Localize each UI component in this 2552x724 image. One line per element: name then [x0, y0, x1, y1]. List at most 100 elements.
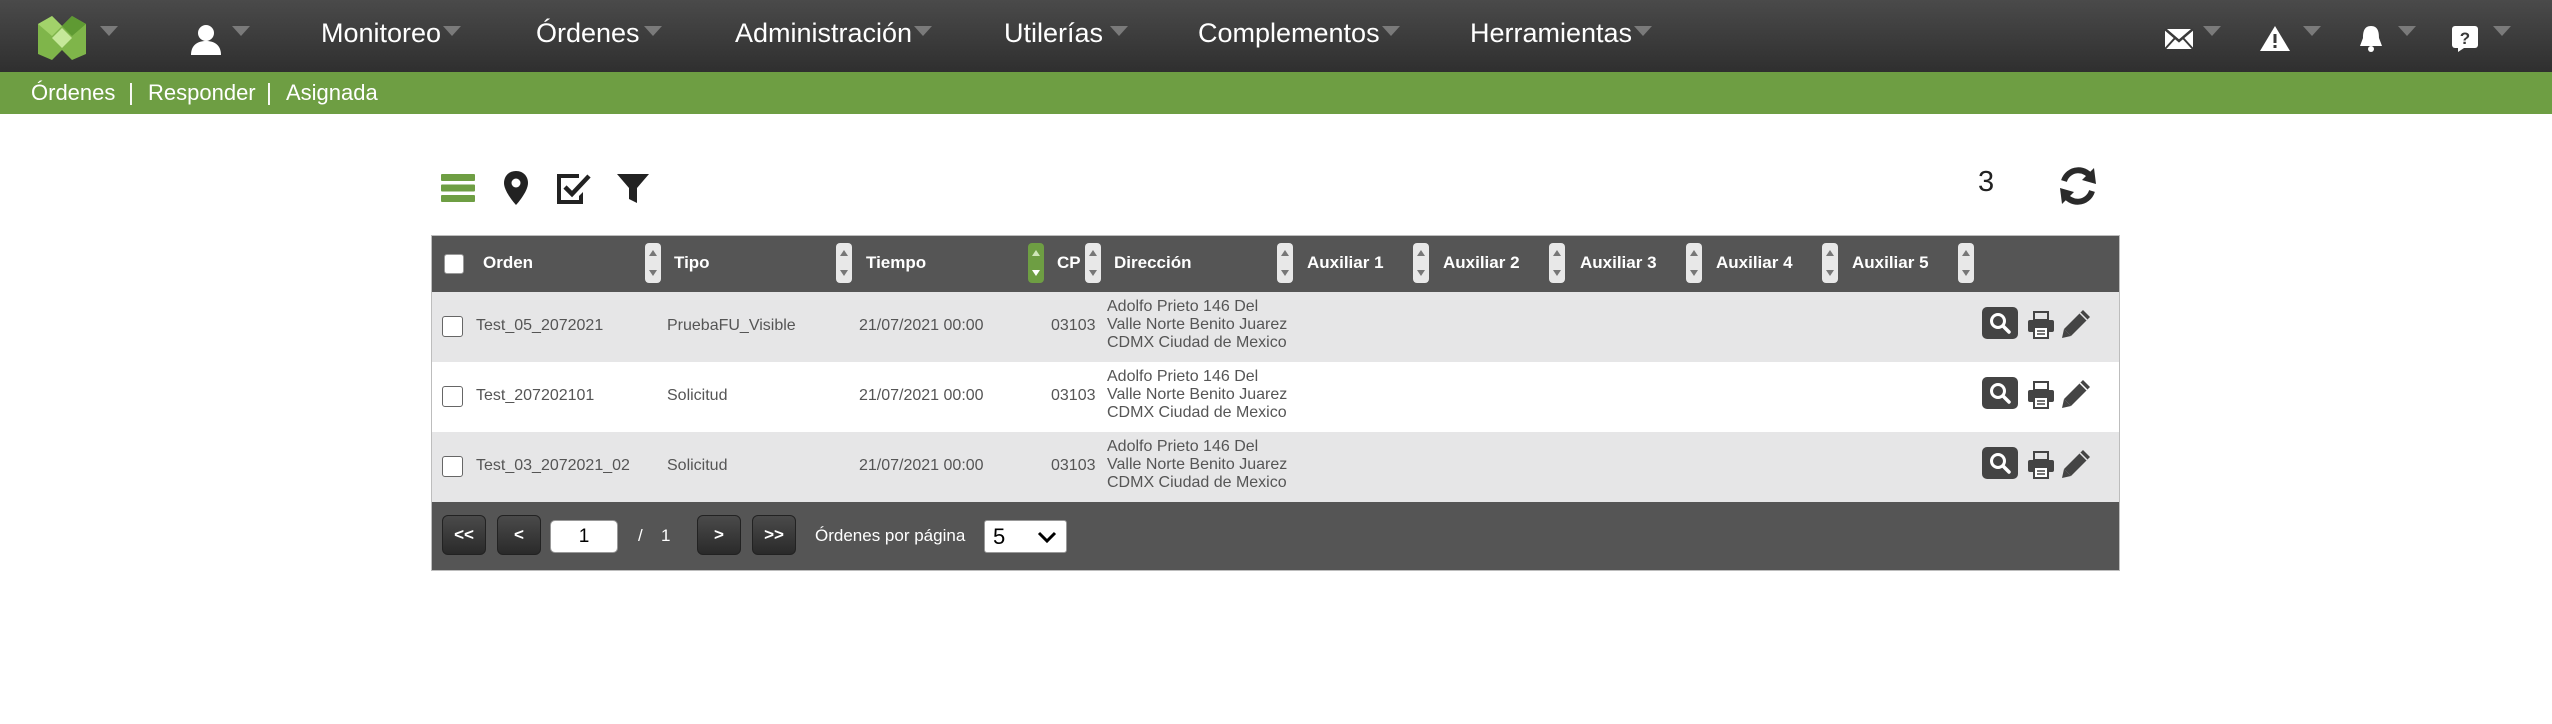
address-line: Valle Norte Benito Juarez: [1107, 386, 1288, 403]
table-row[interactable]: Test_05_2072021 PruebaFU_Visible 21/07/2…: [432, 292, 2119, 362]
svg-text:?: ?: [2460, 29, 2470, 48]
menu-utilerias-caret[interactable]: [1110, 26, 1128, 36]
cell-direccion: Adolfo Prieto 146 Del Valle Norte Benito…: [1107, 298, 1307, 352]
address-line: CDMX Ciudad de Mexico: [1107, 474, 1287, 491]
cell-direccion: Adolfo Prieto 146 Del Valle Norte Benito…: [1107, 368, 1307, 422]
menu-herramientas-caret[interactable]: [1634, 26, 1652, 36]
view-order-search-icon[interactable]: [1982, 377, 2018, 409]
edit-icon[interactable]: [2059, 377, 2093, 411]
row-checkbox[interactable]: [442, 456, 463, 477]
menu-complementos[interactable]: Complementos: [1198, 18, 1380, 49]
sort-orden-button[interactable]: [645, 243, 661, 283]
sort-auxiliar-4-button[interactable]: [1822, 243, 1838, 283]
user-icon[interactable]: [189, 22, 223, 56]
top-navigation-bar: Monitoreo Órdenes Administración Utilerí…: [0, 0, 2552, 72]
breadcrumb-ordenes[interactable]: Órdenes: [31, 80, 115, 106]
row-checkbox[interactable]: [442, 316, 463, 337]
column-header-tiempo[interactable]: Tiempo: [866, 253, 926, 273]
column-header-auxiliar-4[interactable]: Auxiliar 4: [1716, 253, 1793, 273]
sort-tiempo-button[interactable]: [1028, 243, 1044, 283]
select-all-checkbox[interactable]: [444, 254, 464, 274]
table-row[interactable]: Test_03_2072021_02 Solicitud 21/07/2021 …: [432, 432, 2119, 502]
per-page-select[interactable]: 5: [984, 520, 1067, 553]
page-number-input[interactable]: 1: [550, 520, 618, 553]
address-line: Adolfo Prieto 146 Del: [1107, 438, 1259, 455]
pagination-bar: << < 1 / 1 > >> Órdenes por página 5: [432, 502, 2119, 570]
logo-menu-caret[interactable]: [100, 26, 118, 36]
address-line: CDMX Ciudad de Mexico: [1107, 334, 1287, 351]
breadcrumb-asignada[interactable]: Asignada: [286, 80, 378, 106]
sort-cp-button[interactable]: [1085, 243, 1101, 283]
column-header-auxiliar-2[interactable]: Auxiliar 2: [1443, 253, 1520, 273]
app-logo-icon[interactable]: [36, 14, 88, 60]
print-icon[interactable]: [2025, 309, 2057, 341]
edit-icon[interactable]: [2059, 447, 2093, 481]
check-document-icon[interactable]: [553, 168, 593, 208]
per-page-label: Órdenes por página: [815, 526, 966, 545]
mail-icon[interactable]: [2163, 24, 2195, 52]
sort-direccion-button[interactable]: [1277, 243, 1293, 283]
alert-icon[interactable]: [2259, 24, 2291, 52]
menu-ordenes-caret[interactable]: [644, 26, 662, 36]
view-order-search-icon[interactable]: [1982, 447, 2018, 479]
print-icon[interactable]: [2025, 449, 2057, 481]
cell-tipo: Solicitud: [667, 387, 728, 404]
row-checkbox[interactable]: [442, 386, 463, 407]
chevron-down-icon: [1037, 531, 1057, 544]
notifications-menu-caret[interactable]: [2398, 26, 2416, 36]
cell-orden: Test_207202101: [476, 387, 595, 404]
column-header-auxiliar-1[interactable]: Auxiliar 1: [1307, 253, 1384, 273]
help-menu-caret[interactable]: [2493, 26, 2511, 36]
next-page-button[interactable]: >: [697, 515, 741, 555]
filter-icon[interactable]: [613, 168, 653, 208]
column-header-direccion[interactable]: Dirección: [1114, 253, 1191, 273]
mail-menu-caret[interactable]: [2203, 26, 2221, 36]
menu-monitoreo-caret[interactable]: [443, 26, 461, 36]
user-menu-caret[interactable]: [232, 26, 250, 36]
help-icon[interactable]: ?: [2449, 24, 2481, 52]
previous-page-button[interactable]: <: [497, 515, 541, 555]
alert-menu-caret[interactable]: [2303, 26, 2321, 36]
menu-ordenes[interactable]: Órdenes: [536, 18, 640, 49]
column-header-auxiliar-3[interactable]: Auxiliar 3: [1580, 253, 1657, 273]
breadcrumb-bar: [0, 72, 2552, 114]
sort-tipo-button[interactable]: [836, 243, 852, 283]
menu-complementos-caret[interactable]: [1382, 26, 1400, 36]
sort-auxiliar-2-button[interactable]: [1549, 243, 1565, 283]
table-row[interactable]: Test_207202101 Solicitud 21/07/2021 00:0…: [432, 362, 2119, 432]
last-page-button[interactable]: >>: [752, 515, 796, 555]
column-header-auxiliar-5[interactable]: Auxiliar 5: [1852, 253, 1929, 273]
cell-tipo: PruebaFU_Visible: [667, 317, 796, 334]
table-header: Orden Tipo Tiempo CP Dirección Auxiliar …: [432, 236, 2119, 292]
column-header-orden[interactable]: Orden: [483, 253, 533, 273]
breadcrumb-responder[interactable]: Responder: [148, 80, 256, 106]
first-page-button[interactable]: <<: [442, 515, 486, 555]
sort-auxiliar-1-button[interactable]: [1413, 243, 1429, 283]
bell-icon[interactable]: [2355, 24, 2387, 52]
menu-herramientas[interactable]: Herramientas: [1470, 18, 1632, 49]
address-line: Adolfo Prieto 146 Del: [1107, 368, 1259, 385]
cell-tiempo: 21/07/2021 00:00: [859, 457, 984, 474]
refresh-icon[interactable]: [2054, 162, 2102, 210]
address-line: Adolfo Prieto 146 Del: [1107, 298, 1259, 315]
address-line: Valle Norte Benito Juarez: [1107, 316, 1288, 333]
map-pin-icon[interactable]: [496, 168, 536, 208]
address-line: Valle Norte Benito Juarez: [1107, 456, 1288, 473]
print-icon[interactable]: [2025, 379, 2057, 411]
list-view-icon[interactable]: [438, 168, 478, 208]
column-header-cp[interactable]: CP: [1057, 253, 1081, 273]
breadcrumb-separator: |: [128, 79, 134, 105]
page-separator: /: [638, 526, 643, 545]
orders-table: Orden Tipo Tiempo CP Dirección Auxiliar …: [431, 235, 2120, 571]
view-order-search-icon[interactable]: [1982, 307, 2018, 339]
cell-direccion: Adolfo Prieto 146 Del Valle Norte Benito…: [1107, 438, 1307, 492]
edit-icon[interactable]: [2059, 307, 2093, 341]
menu-administracion-caret[interactable]: [914, 26, 932, 36]
address-line: CDMX Ciudad de Mexico: [1107, 404, 1287, 421]
menu-administracion[interactable]: Administración: [735, 18, 912, 49]
sort-auxiliar-5-button[interactable]: [1958, 243, 1974, 283]
menu-utilerias[interactable]: Utilerías: [1004, 18, 1103, 49]
sort-auxiliar-3-button[interactable]: [1686, 243, 1702, 283]
column-header-tipo[interactable]: Tipo: [674, 253, 710, 273]
menu-monitoreo[interactable]: Monitoreo: [321, 18, 441, 49]
